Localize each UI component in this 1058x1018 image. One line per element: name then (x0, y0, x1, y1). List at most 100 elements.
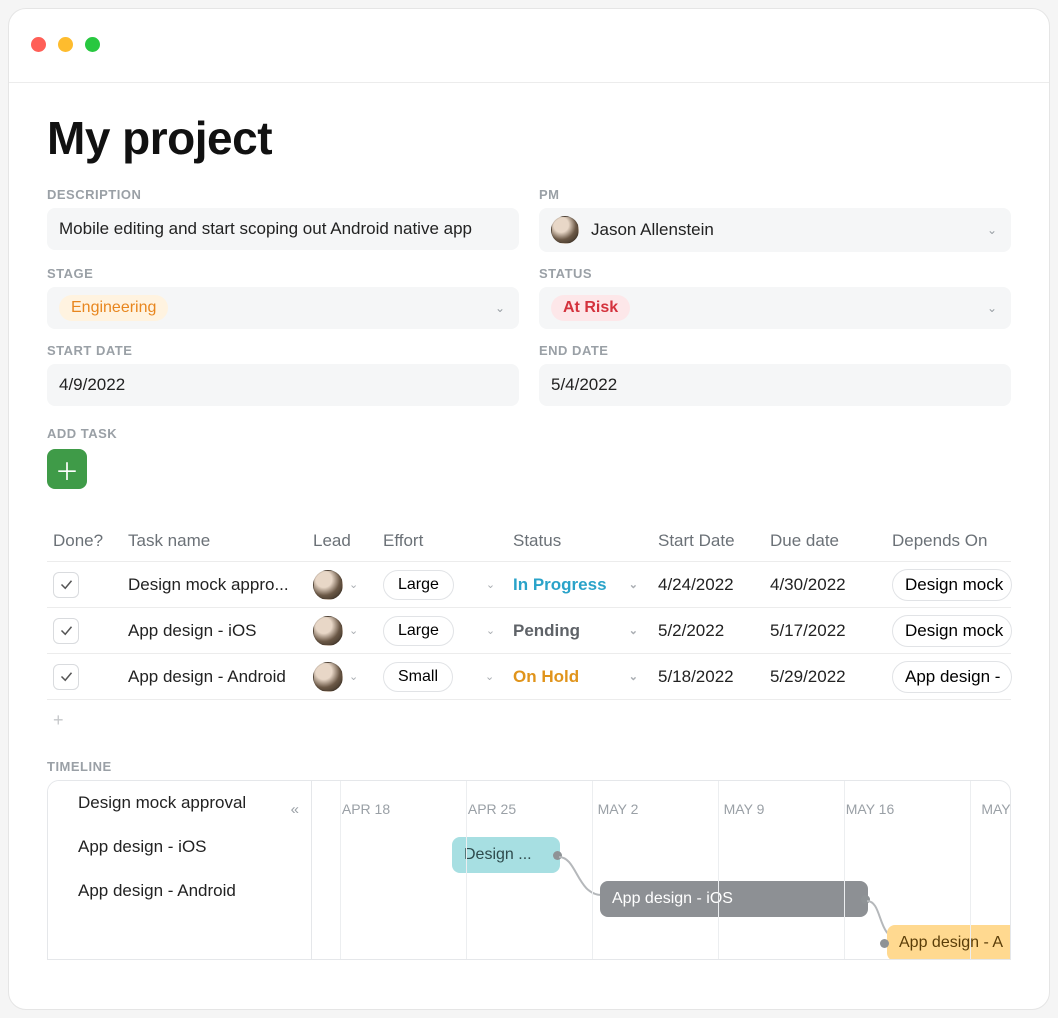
timeline-week-label: MAY (981, 801, 1010, 817)
timeline-grid[interactable]: APR 18APR 25MAY 2MAY 9MAY 16MAY Design .… (312, 781, 1010, 959)
chevron-down-icon: ⌄ (987, 301, 997, 315)
timeline-bar-android[interactable]: App design - A (887, 925, 1011, 960)
depends-on-cell[interactable]: Design mock (892, 615, 1012, 647)
chevron-down-icon: ⌄ (486, 624, 495, 637)
timeline-bar-label: App design - A (899, 934, 1003, 952)
timeline-bar-label: App design - iOS (612, 890, 733, 908)
timeline-gridline (970, 781, 971, 959)
status-cell[interactable]: Pending ⌄ (513, 621, 658, 641)
field-status: STATUS At Risk ⌄ (539, 266, 1011, 329)
plus-icon: + (53, 710, 64, 730)
description-input[interactable]: Mobile editing and start scoping out And… (47, 208, 519, 250)
chevron-down-icon: ⌄ (629, 578, 638, 591)
due-date-cell[interactable]: 5/29/2022 (770, 667, 892, 687)
window-close-button[interactable] (31, 37, 46, 52)
table-row: App design - iOS ⌄ Large ⌄ Pending ⌄ 5/2… (47, 608, 1011, 654)
timeline-bar-design[interactable]: Design ... (452, 837, 560, 873)
timeline-gridline (592, 781, 593, 959)
timeline-row-label[interactable]: App design - iOS (48, 825, 311, 869)
page-title: My project (47, 111, 1011, 165)
timeline-collapse-button[interactable]: « (291, 801, 299, 818)
pm-select[interactable]: Jason Allenstein ⌄ (539, 208, 1011, 252)
start-date-cell[interactable]: 4/24/2022 (658, 575, 770, 595)
plus-icon: ＋ (55, 452, 79, 487)
end-date-value: 5/4/2022 (551, 375, 617, 395)
timeline-side-panel: « Design mock approval App design - iOS … (48, 781, 312, 959)
timeline-week-label: MAY 16 (846, 801, 895, 817)
effort-cell[interactable]: Large ⌄ (383, 616, 513, 646)
lead-cell[interactable]: ⌄ (313, 570, 383, 600)
lead-avatar (313, 662, 343, 692)
label-end-date: END DATE (539, 343, 1011, 358)
stage-select[interactable]: Engineering ⌄ (47, 287, 519, 329)
depends-on-cell[interactable]: Design mock (892, 569, 1012, 601)
timeline-bar-ios[interactable]: App design - iOS (600, 881, 868, 917)
effort-cell[interactable]: Large ⌄ (383, 570, 513, 600)
window-zoom-button[interactable] (85, 37, 100, 52)
done-checkbox[interactable] (53, 664, 79, 690)
add-task-button[interactable]: ＋ (47, 449, 87, 489)
depends-pill: App design - (892, 661, 1012, 693)
start-date-cell[interactable]: 5/18/2022 (658, 667, 770, 687)
task-name-cell[interactable]: Design mock appro... (128, 575, 313, 595)
start-date-value: 4/9/2022 (59, 375, 125, 395)
label-description: DESCRIPTION (47, 187, 519, 202)
col-task-name: Task name (128, 531, 313, 551)
timeline-gridline (466, 781, 467, 959)
done-checkbox[interactable] (53, 618, 79, 644)
col-done: Done? (53, 531, 128, 551)
label-start-date: START DATE (47, 343, 519, 358)
field-end-date: END DATE 5/4/2022 (539, 343, 1011, 406)
add-row-button[interactable]: + (47, 710, 1011, 731)
timeline-row-label[interactable]: App design - Android (48, 869, 311, 913)
label-pm: PM (539, 187, 1011, 202)
pm-avatar (551, 216, 579, 244)
start-date-cell[interactable]: 5/2/2022 (658, 621, 770, 641)
table-header: Done? Task name Lead Effort Status Start… (47, 523, 1011, 562)
due-date-cell[interactable]: 5/17/2022 (770, 621, 892, 641)
chevron-down-icon: ⌄ (987, 223, 997, 237)
check-icon (59, 669, 74, 684)
done-checkbox[interactable] (53, 572, 79, 598)
lead-cell[interactable]: ⌄ (313, 662, 383, 692)
due-date-cell[interactable]: 4/30/2022 (770, 575, 892, 595)
lead-avatar (313, 616, 343, 646)
chevron-down-icon: ⌄ (349, 624, 358, 637)
project-window: My project DESCRIPTION Mobile editing an… (8, 8, 1050, 1010)
status-cell[interactable]: In Progress ⌄ (513, 575, 658, 595)
status-select[interactable]: At Risk ⌄ (539, 287, 1011, 329)
timeline-bar-label: Design ... (464, 846, 532, 864)
depends-pill: Design mock (892, 569, 1012, 601)
task-name-cell[interactable]: App design - Android (128, 667, 313, 687)
start-date-input[interactable]: 4/9/2022 (47, 364, 519, 406)
col-due-date: Due date (770, 531, 892, 551)
label-add-task: ADD TASK (47, 426, 1011, 441)
chevron-down-icon: ⌄ (629, 670, 638, 683)
field-pm: PM Jason Allenstein ⌄ (539, 187, 1011, 252)
chevron-down-icon: ⌄ (629, 624, 638, 637)
timeline-dependency-dot (880, 939, 889, 948)
chevron-double-left-icon: « (291, 801, 299, 818)
effort-cell[interactable]: Small ⌄ (383, 662, 513, 692)
end-date-input[interactable]: 5/4/2022 (539, 364, 1011, 406)
status-tag: At Risk (551, 295, 630, 321)
task-name-cell[interactable]: App design - iOS (128, 621, 313, 641)
status-text: On Hold (513, 667, 579, 687)
timeline-week-label: MAY 2 (598, 801, 639, 817)
timeline-week-label: APR 18 (342, 801, 390, 817)
timeline-section: TIMELINE « Design mock approval App desi… (47, 759, 1011, 960)
status-cell[interactable]: On Hold ⌄ (513, 667, 658, 687)
effort-pill: Large (383, 616, 454, 646)
timeline-row-label[interactable]: Design mock approval (48, 781, 311, 825)
lead-cell[interactable]: ⌄ (313, 616, 383, 646)
timeline-gridline (340, 781, 341, 959)
description-value: Mobile editing and start scoping out And… (59, 219, 472, 239)
timeline-week-label: APR 25 (468, 801, 516, 817)
window-minimize-button[interactable] (58, 37, 73, 52)
table-row: App design - Android ⌄ Small ⌄ On Hold ⌄… (47, 654, 1011, 700)
stage-tag: Engineering (59, 295, 168, 321)
table-row: Design mock appro... ⌄ Large ⌄ In Progre… (47, 562, 1011, 608)
depends-on-cell[interactable]: App design - (892, 661, 1012, 693)
col-start-date: Start Date (658, 531, 770, 551)
chevron-down-icon: ⌄ (349, 578, 358, 591)
